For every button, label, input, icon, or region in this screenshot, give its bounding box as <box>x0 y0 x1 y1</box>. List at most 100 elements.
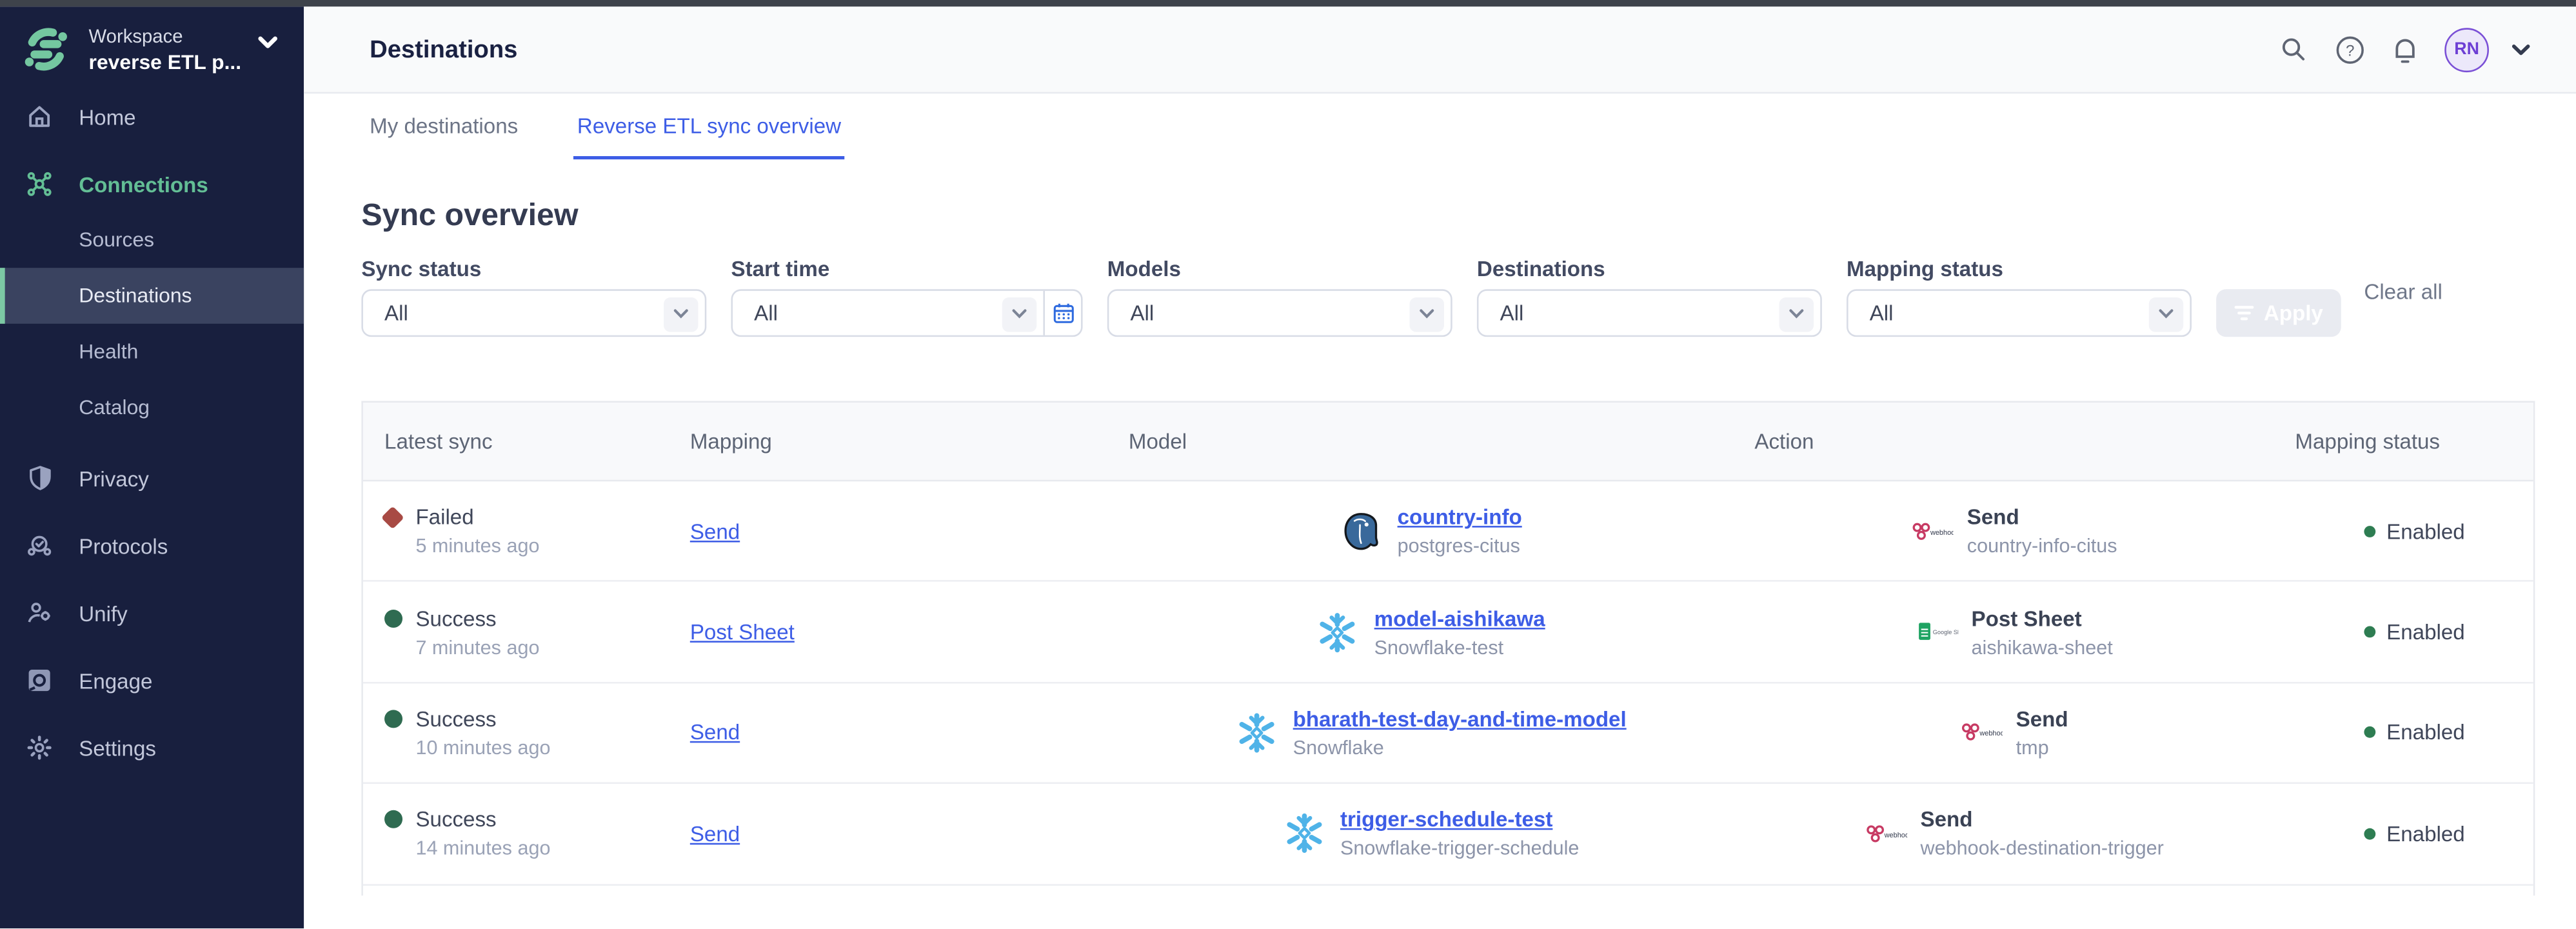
tab-reverse-etl-sync-overview[interactable]: Reverse ETL sync overview <box>574 94 844 159</box>
sidebar-item-label: Protocols <box>79 534 168 558</box>
workspace-chevron-down-icon[interactable] <box>258 36 278 49</box>
success-status-icon <box>384 811 402 829</box>
table-row: Success 7 minutes ago Post Sheet <box>363 583 2533 683</box>
sidebar-item-connections[interactable]: Connections <box>0 156 304 212</box>
webhooks-icon: webhooks <box>1911 519 1954 543</box>
sync-status-select[interactable]: All <box>361 289 706 337</box>
mapping-status-text: Enabled <box>2386 619 2465 644</box>
account-chevron-down-icon[interactable] <box>2512 44 2530 55</box>
window-top-edge <box>0 0 2576 6</box>
sidebar-nav: Home Connections Sources Destinations <box>0 89 304 776</box>
enabled-dot-icon <box>2363 626 2375 638</box>
start-time-control: All <box>731 289 1082 337</box>
enabled-dot-icon <box>2363 828 2375 839</box>
model-link[interactable]: trigger-schedule-test <box>1340 808 1552 832</box>
mapping-status-select[interactable]: All <box>1847 289 2192 337</box>
model-source: Snowflake-trigger-schedule <box>1340 837 1579 860</box>
avatar[interactable]: RN <box>2444 27 2489 72</box>
column-header-model: Model <box>1107 403 1733 480</box>
model-link[interactable]: country-info <box>1398 504 1522 529</box>
model-link[interactable]: model-aishikawa <box>1374 606 1545 630</box>
chevron-down-icon <box>1409 297 1443 331</box>
help-icon[interactable]: ? <box>2333 33 2366 66</box>
sidebar-item-label: Connections <box>79 172 208 196</box>
filter-label: Sync status <box>361 256 706 281</box>
sidebar-item-engage[interactable]: Engage <box>0 652 304 708</box>
model-source: Snowflake <box>1293 736 1627 759</box>
mapping-status-text: Enabled <box>2386 519 2465 543</box>
start-time-select[interactable]: All <box>733 291 1043 335</box>
sidebar-item-privacy[interactable]: Privacy <box>0 450 304 506</box>
destinations-select[interactable]: All <box>1477 289 1822 337</box>
sync-time: 14 minutes ago <box>415 837 668 860</box>
webhooks-icon: webhooks <box>1865 823 1907 846</box>
snowflake-icon <box>1316 610 1359 653</box>
column-header-mapping-status: Mapping status <box>2274 403 2533 480</box>
home-icon <box>26 103 53 130</box>
sidebar-item-protocols[interactable]: Protocols <box>0 517 304 574</box>
workspace-switcher[interactable]: Workspace reverse ETL p... <box>0 6 304 77</box>
sidebar-item-sources[interactable]: Sources <box>0 212 304 268</box>
select-value: All <box>363 301 408 325</box>
filter-models: Models All <box>1107 256 1452 337</box>
filter-destinations: Destinations All <box>1477 256 1822 337</box>
main-area: Destinations ? RN My destinations Revers <box>304 6 2576 929</box>
sidebar-item-unify[interactable]: Unify <box>0 585 304 641</box>
filter-label: Models <box>1107 256 1452 281</box>
workspace-name: reverse ETL p... <box>89 52 242 77</box>
table-row <box>363 885 2533 895</box>
calendar-icon <box>1052 303 1073 324</box>
google-sheets-icon: Google Sheets <box>1916 621 1958 644</box>
snowflake-icon <box>1236 712 1278 754</box>
clear-all-link[interactable]: Clear all <box>2364 279 2442 303</box>
table-row: Failed 5 minutes ago Send country-info p… <box>363 481 2533 582</box>
postgres-icon <box>1340 510 1382 552</box>
svg-text:webhooks: webhooks <box>1979 730 2003 738</box>
sidebar-item-label: Privacy <box>79 466 149 490</box>
sidebar-item-destinations[interactable]: Destinations <box>0 268 304 324</box>
table-row: Success 10 minutes ago Send <box>363 683 2533 784</box>
filter-mapping-status: Mapping status All <box>1847 256 2192 337</box>
sidebar-item-settings[interactable]: Settings <box>0 720 304 776</box>
select-value: All <box>1109 301 1154 325</box>
tab-my-destinations[interactable]: My destinations <box>366 94 521 159</box>
sidebar-item-label: Home <box>79 105 135 129</box>
mapping-link[interactable]: Send <box>690 721 740 745</box>
protocols-icon <box>26 532 53 559</box>
svg-text:webhooks: webhooks <box>1930 528 1954 536</box>
action-name: Send <box>2016 706 2068 731</box>
action-name: Send <box>1967 504 2117 529</box>
table-row: Success 14 minutes ago Send <box>363 784 2533 884</box>
select-value: All <box>733 301 778 325</box>
tab-bar: My destinations Reverse ETL sync overvie… <box>304 94 2576 159</box>
page-title: Destinations <box>370 35 517 63</box>
rudderstack-logo-icon <box>23 26 69 72</box>
filter-sync-status: Sync status All <box>361 256 706 337</box>
column-header-action: Action <box>1733 403 2274 480</box>
table-header-row: Latest sync Mapping Model Action Mapping… <box>363 403 2533 481</box>
mapping-link[interactable]: Post Sheet <box>690 619 795 644</box>
sync-time: 10 minutes ago <box>415 736 668 759</box>
apply-button[interactable]: Apply <box>2216 289 2341 337</box>
mapping-link[interactable]: Send <box>690 519 740 543</box>
enabled-dot-icon <box>2363 525 2375 537</box>
apply-label: Apply <box>2264 301 2323 325</box>
mapping-link[interactable]: Send <box>690 821 740 846</box>
models-select[interactable]: All <box>1107 289 1452 337</box>
action-destination: webhook-destination-trigger <box>1921 837 2164 860</box>
calendar-button[interactable] <box>1043 291 1081 335</box>
action-destination: aishikawa-sheet <box>1972 635 2113 659</box>
sync-status-text: Success <box>415 706 496 731</box>
select-value: All <box>1478 301 1523 325</box>
sidebar-item-health[interactable]: Health <box>0 324 304 380</box>
action-name: Post Sheet <box>1972 606 2113 630</box>
sidebar-item-catalog[interactable]: Catalog <box>0 379 304 435</box>
filter-icon <box>2234 304 2254 322</box>
sidebar-item-home[interactable]: Home <box>0 89 304 145</box>
search-icon[interactable] <box>2277 33 2310 66</box>
notifications-bell-icon[interactable] <box>2389 33 2422 66</box>
model-source: postgres-citus <box>1398 534 1522 557</box>
mapping-status-text: Enabled <box>2386 721 2465 745</box>
model-link[interactable]: bharath-test-day-and-time-model <box>1293 706 1627 731</box>
sync-time: 7 minutes ago <box>415 635 668 659</box>
